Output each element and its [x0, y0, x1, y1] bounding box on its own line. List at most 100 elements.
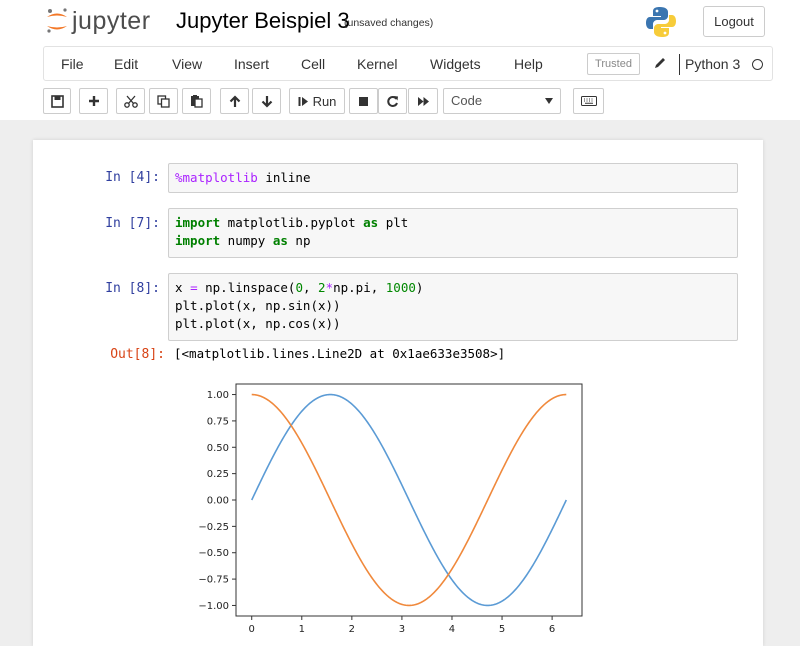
run-icon: [298, 96, 308, 106]
restart-button[interactable]: [378, 88, 407, 114]
menu-edit[interactable]: Edit: [114, 56, 138, 72]
jupyter-logo-icon: [47, 8, 67, 33]
kernel-name: Python 3: [685, 56, 741, 72]
code-token: numpy: [220, 233, 273, 248]
move-up-button[interactable]: [220, 88, 249, 114]
insert-cell-button[interactable]: [79, 88, 108, 114]
y-tick-label: 0.25: [207, 469, 229, 480]
move-down-button[interactable]: [252, 88, 281, 114]
notebook-header: jupyter Jupyter Beispiel 3 (unsaved chan…: [0, 0, 800, 120]
y-tick-label: −0.75: [198, 575, 229, 586]
paste-button[interactable]: [182, 88, 211, 114]
arrow-up-icon: [229, 94, 240, 107]
menu-view[interactable]: View: [172, 56, 202, 72]
code-token: import: [175, 215, 221, 230]
cell-type-value: Code: [451, 93, 483, 108]
code-cell-1-input[interactable]: %matplotlib inline: [168, 163, 738, 193]
run-button[interactable]: Run: [289, 88, 345, 114]
x-tick-label: 0: [249, 624, 255, 635]
code-line: plt.plot(x, np.cos(x)): [175, 315, 731, 333]
cell-3-prompt: In [8]:: [105, 281, 160, 296]
restart-icon: [387, 95, 398, 107]
scissors-icon: [123, 95, 138, 108]
keyboard-icon: [580, 96, 597, 106]
arrow-down-icon: [261, 95, 272, 108]
save-icon: [50, 94, 64, 108]
x-tick-label: 5: [499, 624, 505, 635]
y-tick-label: −0.25: [198, 522, 229, 533]
copy-icon: [157, 94, 170, 108]
code-token: 1000: [385, 280, 416, 295]
logout-button[interactable]: Logout: [703, 6, 765, 37]
menu-kernel[interactable]: Kernel: [357, 56, 397, 72]
copy-button[interactable]: [149, 88, 178, 114]
menu-file[interactable]: File: [61, 56, 84, 72]
code-line: %matplotlib inline: [175, 169, 731, 187]
pencil-icon[interactable]: [653, 56, 667, 70]
code-line: x = np.linspace(0, 2*np.pi, 1000): [175, 279, 731, 297]
sin-series-line: [250, 393, 568, 607]
command-palette-button[interactable]: [573, 88, 604, 114]
code-token: ): [415, 280, 424, 295]
paste-icon: [191, 95, 203, 108]
menu-widgets[interactable]: Widgets: [430, 56, 481, 72]
x-tick-label: 2: [349, 624, 355, 635]
jupyter-logo[interactable]: jupyter: [44, 6, 151, 36]
interrupt-button[interactable]: [349, 88, 378, 114]
x-tick-label: 1: [299, 624, 305, 635]
code-line: plt.plot(x, np.sin(x)): [175, 297, 731, 315]
kernel-separator: [679, 54, 680, 75]
code-cell-3-input[interactable]: x = np.linspace(0, 2*np.pi, 1000) plt.plo…: [168, 273, 738, 341]
code-token: plt: [378, 215, 409, 230]
kernel-idle-icon: [752, 59, 763, 70]
fast-forward-icon: [417, 96, 429, 106]
cell-type-select[interactable]: Code: [443, 88, 561, 114]
code-token: inline: [257, 170, 311, 185]
y-tick-label: 1.00: [207, 390, 229, 401]
menu-help[interactable]: Help: [514, 56, 543, 72]
code-token: *: [325, 280, 334, 295]
y-tick-label: −1.00: [198, 601, 229, 612]
code-token: plt.plot(x, np.sin(x)): [175, 298, 341, 313]
code-token: as: [272, 233, 288, 248]
x-tick-label: 3: [399, 624, 405, 635]
code-token: 0: [295, 280, 303, 295]
y-tick-label: 0.50: [207, 443, 229, 454]
run-all-button[interactable]: [408, 88, 438, 114]
python-logo-icon: [646, 7, 676, 37]
caret-down-icon: [545, 98, 553, 104]
code-cell-2-input[interactable]: import matplotlib.pyplot as plt import nu…: [168, 208, 738, 258]
code-token: x: [175, 280, 191, 295]
code-token: plt.plot(x, np.cos(x)): [175, 316, 341, 331]
code-token: np.linspace(: [197, 280, 296, 295]
menubar: File Edit View Insert Cell Kernel Widget…: [43, 46, 773, 81]
output-text: [<matplotlib.lines.Line2D at 0x1ae633e35…: [174, 346, 506, 361]
code-token: =: [190, 280, 198, 295]
code-token: np: [287, 233, 311, 248]
sin-cos-plot: 1.00 0.75 0.50 0.25 0.00 −0.25 −0.50 −0.75 −1.00…: [198, 383, 583, 635]
plus-icon: [88, 96, 99, 106]
notebook-title[interactable]: Jupyter Beispiel 3: [176, 8, 350, 34]
code-token: matplotlib.pyplot: [220, 215, 364, 230]
save-button[interactable]: [43, 88, 71, 114]
menu-cell[interactable]: Cell: [301, 56, 325, 72]
code-token: as: [363, 215, 379, 230]
code-token: %matplotlib: [175, 170, 258, 185]
x-tick-label: 4: [449, 624, 455, 635]
cut-button[interactable]: [116, 88, 145, 114]
run-label: Run: [312, 93, 337, 109]
cell-1-prompt: In [4]:: [105, 170, 160, 185]
logo-text: jupyter: [72, 6, 151, 35]
code-token: import: [175, 233, 221, 248]
code-token: np.pi,: [333, 280, 386, 295]
menu-insert[interactable]: Insert: [234, 56, 269, 72]
y-tick-label: −0.50: [198, 548, 229, 559]
cell-2-prompt: In [7]:: [105, 216, 160, 231]
trusted-badge[interactable]: Trusted: [587, 53, 640, 75]
y-tick-label: 0.75: [207, 416, 229, 427]
code-token: 2: [318, 280, 326, 295]
save-status: (unsaved changes): [344, 17, 434, 29]
output-prompt: Out[8]:: [110, 347, 165, 362]
y-tick-label: 0.00: [207, 496, 229, 507]
code-line: import numpy as np: [175, 232, 731, 250]
